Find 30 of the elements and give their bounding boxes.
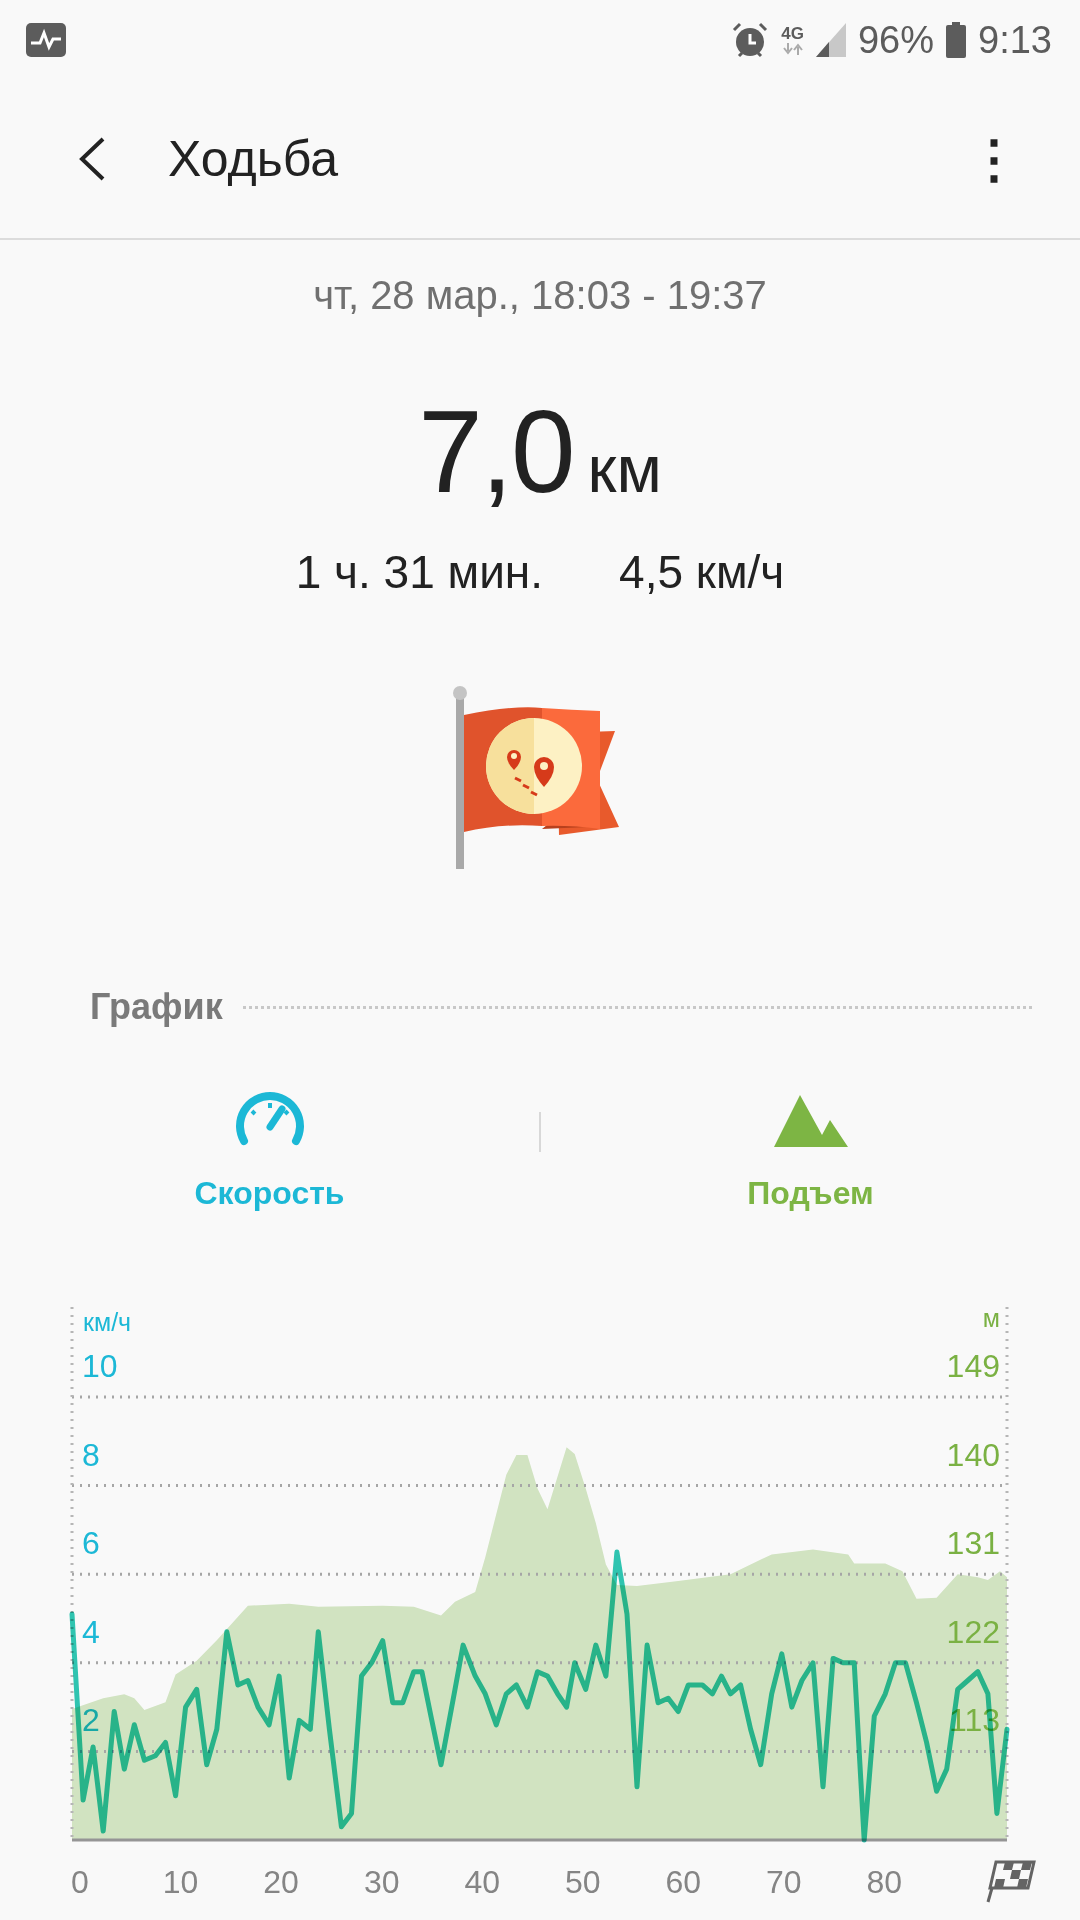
duration: 1 ч. 31 мин.: [295, 545, 544, 600]
network-type: 4G: [781, 25, 804, 43]
x-axis-label: 40: [464, 1864, 500, 1900]
x-axis-label: 0: [71, 1864, 89, 1900]
section-title: График: [90, 986, 223, 1028]
y-axis-label: 8: [82, 1436, 100, 1473]
battery-percent: 96%: [857, 18, 935, 62]
y-axis-label: 122: [946, 1613, 1000, 1650]
x-axis-label: 10: [162, 1864, 199, 1900]
y-axis-label: 131: [946, 1525, 1000, 1562]
axis-unit-label: км/ч: [83, 1308, 132, 1336]
axis-unit-label: м: [982, 1304, 1000, 1332]
y-axis-label: 6: [82, 1525, 100, 1562]
x-axis-label: 60: [665, 1864, 702, 1900]
distance-value: 7,0: [418, 392, 574, 512]
x-axis-label: 20: [263, 1864, 299, 1900]
x-axis-label: 50: [564, 1864, 601, 1900]
x-axis-label: 80: [866, 1864, 903, 1900]
clock: 9:13: [978, 18, 1052, 62]
x-axis-label: 70: [766, 1864, 802, 1900]
y-axis-label: 149: [946, 1348, 1000, 1384]
average-speed: 4,5 км/ч: [619, 545, 785, 600]
y-axis-label: 2: [82, 1702, 100, 1739]
y-axis-label: 4: [82, 1613, 100, 1650]
y-axis-label: 10: [82, 1348, 118, 1384]
workout-date: чт, 28 мар., 18:03 - 19:37: [313, 272, 767, 319]
distance-unit: км: [587, 431, 662, 507]
x-axis-label: 30: [363, 1864, 400, 1900]
y-axis-label: 140: [946, 1436, 1000, 1473]
screen-title: Ходьба: [168, 130, 340, 188]
